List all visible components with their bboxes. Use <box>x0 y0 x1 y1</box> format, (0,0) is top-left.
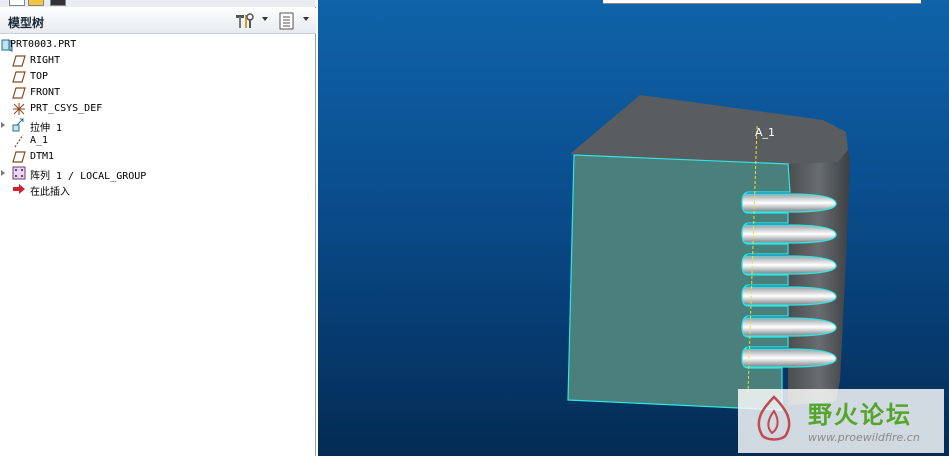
tree-item-label: PRT0003.PRT <box>10 39 77 50</box>
settings-dropdown-chevron-down-icon[interactable] <box>262 17 268 21</box>
pattern-icon <box>12 166 26 180</box>
model-tree-panel: 模型树 PRT0003.PRT RIGHT TOP FRONT PRT_CSYS… <box>0 0 316 456</box>
coordinate-system-icon <box>13 103 25 115</box>
panel-tab-strip <box>0 0 316 7</box>
tree-item-csys[interactable]: PRT_CSYS_DEF <box>0 101 316 117</box>
tree-item-label: RIGHT <box>30 55 61 66</box>
forum-watermark: 野火论坛 www.proewildfire.cn <box>738 389 944 453</box>
watermark-url: www.proewildfire.cn <box>808 431 920 444</box>
datum-plane-icon <box>12 71 26 83</box>
tree-item-label: 阵列 1 / LOCAL_GROUP <box>30 171 147 182</box>
settings-tools-icon[interactable] <box>234 12 256 30</box>
extrude-icon <box>12 118 24 132</box>
tab-model-tree[interactable] <box>9 0 25 6</box>
tree-item-insert-here[interactable]: 在此插入 <box>0 181 316 198</box>
tree-item-label: PRT_CSYS_DEF <box>30 103 103 114</box>
tree-item-label: 拉伸 1 <box>30 123 63 134</box>
tree-item-label: A_1 <box>30 135 49 146</box>
watermark-text: 野火论坛 <box>808 401 912 429</box>
tree-item-label: DTM1 <box>30 151 55 162</box>
insert-here-arrow-icon <box>13 184 25 194</box>
tree-item-part[interactable]: PRT0003.PRT <box>0 37 316 53</box>
datum-axis-icon <box>14 134 24 148</box>
tree-item-right[interactable]: RIGHT <box>0 53 316 69</box>
datum-plane-icon <box>12 55 26 67</box>
tree-item-label: 在此插入 <box>30 187 70 198</box>
show-dropdown-chevron-down-icon[interactable] <box>303 17 309 21</box>
datum-plane-icon <box>12 151 26 163</box>
graphics-viewport[interactable]: A_1 野火论坛 www.proewildfire.cn <box>318 0 949 456</box>
tree-item-label: FRONT <box>30 87 61 98</box>
tree-item-axis[interactable]: A_1 <box>0 133 316 149</box>
panel-header: 模型树 <box>0 8 316 34</box>
tree-item-extrude[interactable]: 拉伸 1 <box>0 117 316 134</box>
tab-favorites[interactable] <box>50 0 66 6</box>
panel-title: 模型树 <box>8 16 45 30</box>
model-front-face-highlighted[interactable] <box>567 154 791 411</box>
tree-item-dtm1[interactable]: DTM1 <box>0 149 316 165</box>
model-top-face[interactable] <box>570 95 848 166</box>
tree-item-top[interactable]: TOP <box>0 69 316 85</box>
watermark-logo-icon <box>757 395 791 441</box>
expand-arrow-icon[interactable] <box>1 122 5 128</box>
model-3d-view[interactable]: A_1 <box>318 0 949 456</box>
tree-item-pattern[interactable]: 阵列 1 / LOCAL_GROUP <box>0 165 316 182</box>
expand-arrow-icon[interactable] <box>1 170 5 176</box>
show-options-icon[interactable] <box>278 12 296 30</box>
tab-folder-browser[interactable] <box>28 0 44 6</box>
tree-item-front[interactable]: FRONT <box>0 85 316 101</box>
datum-axis-label[interactable]: A_1 <box>755 126 775 139</box>
tree-item-label: TOP <box>30 71 49 82</box>
datum-plane-icon <box>12 87 26 99</box>
